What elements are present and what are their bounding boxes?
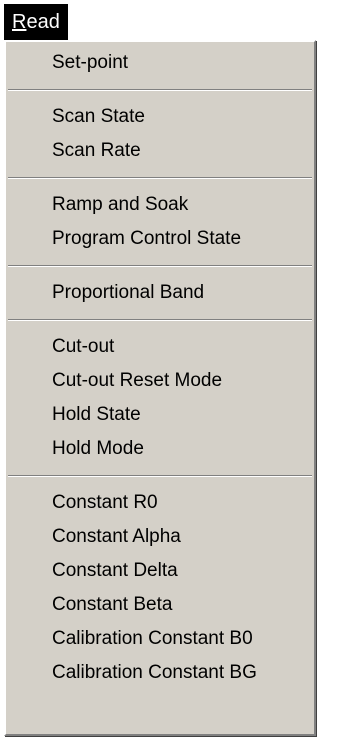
- menu-read-mnemonic: R: [12, 11, 27, 33]
- menu-item-scan-rate[interactable]: Scan Rate: [6, 134, 314, 168]
- menu-separator: [8, 475, 312, 477]
- menu-item-constant-delta[interactable]: Constant Delta: [6, 554, 314, 588]
- read-dropdown-menu: Set-point Scan State Scan Rate Ramp and …: [4, 40, 316, 736]
- menu-item-hold-mode[interactable]: Hold Mode: [6, 432, 314, 466]
- menu-item-calibration-constant-b0[interactable]: Calibration Constant B0: [6, 622, 314, 656]
- menu-separator: [8, 89, 312, 91]
- menu-read[interactable]: Read: [4, 4, 68, 40]
- menu-item-constant-alpha[interactable]: Constant Alpha: [6, 520, 314, 554]
- menu-item-calibration-constant-bg[interactable]: Calibration Constant BG: [6, 656, 314, 690]
- menu-item-cut-out[interactable]: Cut-out: [6, 330, 314, 364]
- menu-separator: [8, 265, 312, 267]
- menu-separator: [8, 319, 312, 321]
- menu-item-ramp-and-soak[interactable]: Ramp and Soak: [6, 188, 314, 222]
- menu-item-constant-r0[interactable]: Constant R0: [6, 486, 314, 520]
- menu-read-label: ead: [26, 11, 60, 33]
- menu-item-scan-state[interactable]: Scan State: [6, 100, 314, 134]
- menu-item-set-point[interactable]: Set-point: [6, 46, 314, 80]
- menu-item-constant-beta[interactable]: Constant Beta: [6, 588, 314, 622]
- menu-item-proportional-band[interactable]: Proportional Band: [6, 276, 314, 310]
- menu-item-cut-out-reset-mode[interactable]: Cut-out Reset Mode: [6, 364, 314, 398]
- menu-item-hold-state[interactable]: Hold State: [6, 398, 314, 432]
- menu-separator: [8, 177, 312, 179]
- menu-item-program-control-state[interactable]: Program Control State: [6, 222, 314, 256]
